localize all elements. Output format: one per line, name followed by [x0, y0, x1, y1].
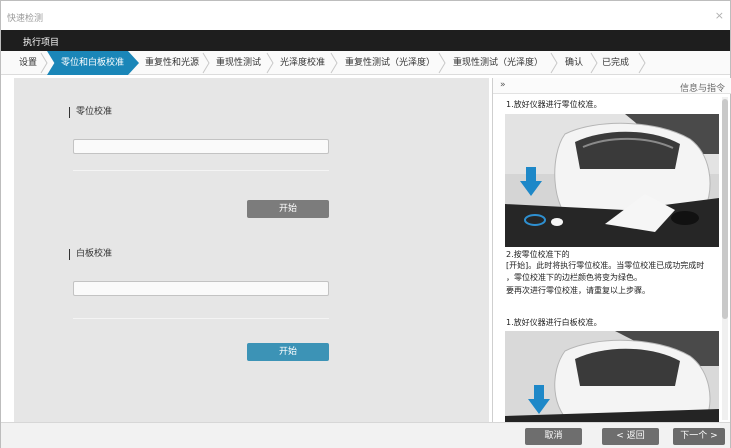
chevron-right-icon: [39, 51, 49, 75]
divider: [73, 318, 329, 319]
chevron-right-icon: [437, 51, 447, 75]
step-zero-white-calibration[interactable]: 零位和白板校准: [47, 51, 139, 75]
chevron-right-icon: [549, 51, 559, 75]
down-arrow-icon: [520, 167, 542, 196]
title-bar: 快速检测 ×: [1, 1, 730, 30]
help-step2-line1: [开始]。此时将执行零位校准。当零位校准已成功完成时: [506, 261, 705, 270]
help-panel: » 信息与指令 1.放好仪器进行零位校准。 2.按零位校准下的 [开始]。此时将…: [492, 78, 731, 422]
help-step3-text: 1.放好仪器进行白板校准。: [506, 318, 602, 327]
divider: [73, 170, 329, 171]
help-scrollbar[interactable]: [722, 97, 728, 420]
chevron-right-icon: [329, 51, 339, 75]
zero-calibration-start-button[interactable]: 开始: [247, 200, 329, 218]
collapse-panel-icon[interactable]: »: [500, 80, 506, 90]
next-button[interactable]: 下一个 >: [673, 428, 725, 445]
chevron-right-icon: [589, 51, 599, 75]
window-title: 快速检测: [7, 14, 44, 24]
step-repeatability-gloss[interactable]: 重复性测试（光泽度）: [345, 51, 435, 75]
help-content: 1.放好仪器进行零位校准。 2.按零位校准下的 [开始]。此时将执行零位校准。当…: [493, 95, 722, 422]
help-step1-text: 1.放好仪器进行零位校准。: [506, 100, 602, 109]
menu-item-execute[interactable]: 执行项目: [23, 35, 59, 48]
step-repeatability-light[interactable]: 重复性和光源: [145, 51, 199, 75]
cancel-button[interactable]: 取消: [525, 428, 582, 445]
down-arrow-icon: [528, 385, 550, 414]
chevron-right-icon: [201, 51, 211, 75]
scrollbar-thumb[interactable]: [722, 99, 728, 319]
step-reproducibility[interactable]: 重现性测试: [216, 51, 261, 75]
step-breadcrumb: 设置 零位和白板校准 重复性和光源 重现性测试 光泽度校准 重复性测试（光泽度）…: [1, 51, 730, 75]
step-completed[interactable]: 已完成: [602, 51, 629, 75]
footer-bar: 取消 < 返回 下一个 >: [1, 422, 730, 448]
help-panel-title: 信息与指令: [679, 84, 725, 94]
white-calibration-progress-bar: [73, 281, 329, 296]
white-calibration-start-button[interactable]: 开始: [247, 343, 329, 361]
step-reproducibility-gloss[interactable]: 重现性测试（光泽度）: [453, 51, 543, 75]
help-step2-line3: 要再次进行零位校准，请重复以上步骤。: [506, 286, 650, 295]
zero-calibration-progress-bar: [73, 139, 329, 154]
zero-calibration-label: 零位校准: [69, 107, 112, 118]
calibration-panel: 零位校准 开始 白板校准 开始: [14, 78, 489, 422]
menu-bar: 执行项目: [1, 30, 730, 51]
step-settings[interactable]: 设置: [19, 51, 37, 75]
help-step2-line2: ，零位校准下的边栏颜色将变为绿色。: [506, 273, 642, 282]
wizard-window: 快速检测 × 执行项目 设置 零位和白板校准 重复性和光源 重现性测试 光泽度校…: [0, 0, 731, 448]
chevron-right-icon: [637, 51, 647, 75]
close-icon[interactable]: ×: [715, 9, 724, 22]
help-panel-header: » 信息与指令: [493, 78, 731, 94]
chevron-right-icon: [265, 51, 275, 75]
step-confirm[interactable]: 确认: [565, 51, 583, 75]
step-gloss-calibration[interactable]: 光泽度校准: [280, 51, 325, 75]
back-button[interactable]: < 返回: [602, 428, 659, 445]
white-calibration-label: 白板校准: [69, 249, 112, 260]
